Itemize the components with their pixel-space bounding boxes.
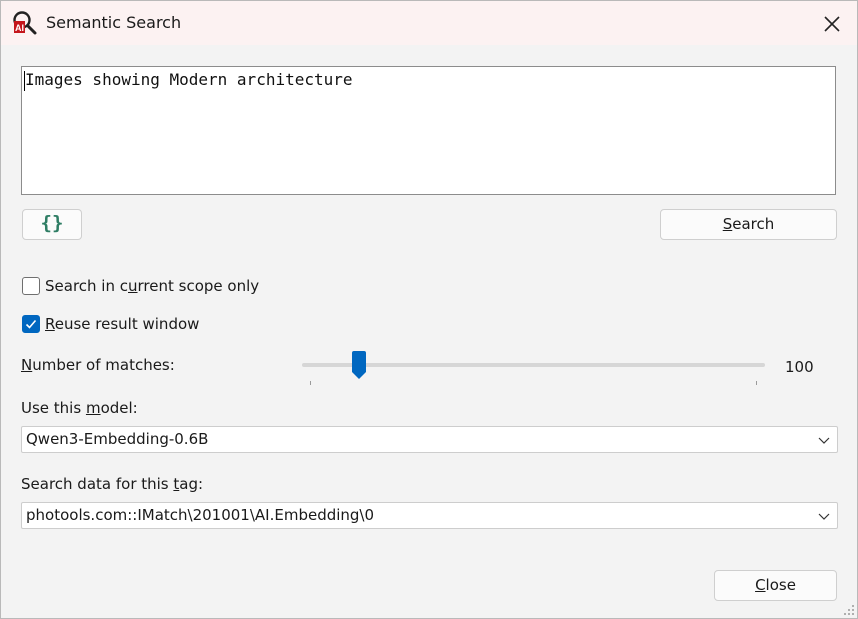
svg-text:AI: AI (15, 23, 24, 33)
query-textarea[interactable]: Images showing Modern architecture (21, 66, 836, 195)
tag-select[interactable]: photools.com::IMatch\201001\AI.Embedding… (21, 502, 838, 529)
check-icon (25, 319, 37, 329)
model-label: Use this model: (21, 399, 138, 417)
tag-select-value: photools.com::IMatch\201001\AI.Embedding… (26, 506, 375, 524)
slider-tick-min (310, 381, 311, 385)
scope-checkbox[interactable] (22, 277, 40, 295)
matches-slider-track[interactable] (302, 363, 765, 367)
resize-grip-icon[interactable] (841, 602, 855, 616)
matches-label: Number of matches: (21, 356, 175, 374)
chevron-down-icon (818, 513, 830, 520)
model-select[interactable]: Qwen3-Embedding-0.6B (21, 426, 838, 453)
matches-slider-thumb[interactable] (351, 351, 367, 380)
braces-icon: {} (40, 212, 64, 234)
semantic-search-dialog: AI Semantic Search Images showing Modern… (0, 0, 858, 619)
tag-label: Search data for this tag: (21, 475, 204, 493)
matches-value: 100 (785, 358, 814, 376)
query-text: Images showing Modern architecture (25, 70, 353, 89)
insert-variable-button[interactable]: {} (22, 209, 82, 240)
slider-tick-max (756, 381, 757, 385)
model-select-value: Qwen3-Embedding-0.6B (26, 430, 209, 448)
reuse-window-label[interactable]: Reuse result window (45, 315, 199, 333)
close-icon[interactable] (819, 11, 845, 37)
chevron-down-icon (818, 437, 830, 444)
title-bar: AI Semantic Search (1, 1, 857, 45)
close-button[interactable]: Close (714, 570, 837, 601)
window-title: Semantic Search (46, 13, 182, 32)
search-button[interactable]: Search (660, 209, 837, 240)
scope-checkbox-label[interactable]: Search in current scope only (45, 277, 259, 295)
app-icon: AI (13, 11, 37, 35)
reuse-window-checkbox[interactable] (22, 315, 40, 333)
